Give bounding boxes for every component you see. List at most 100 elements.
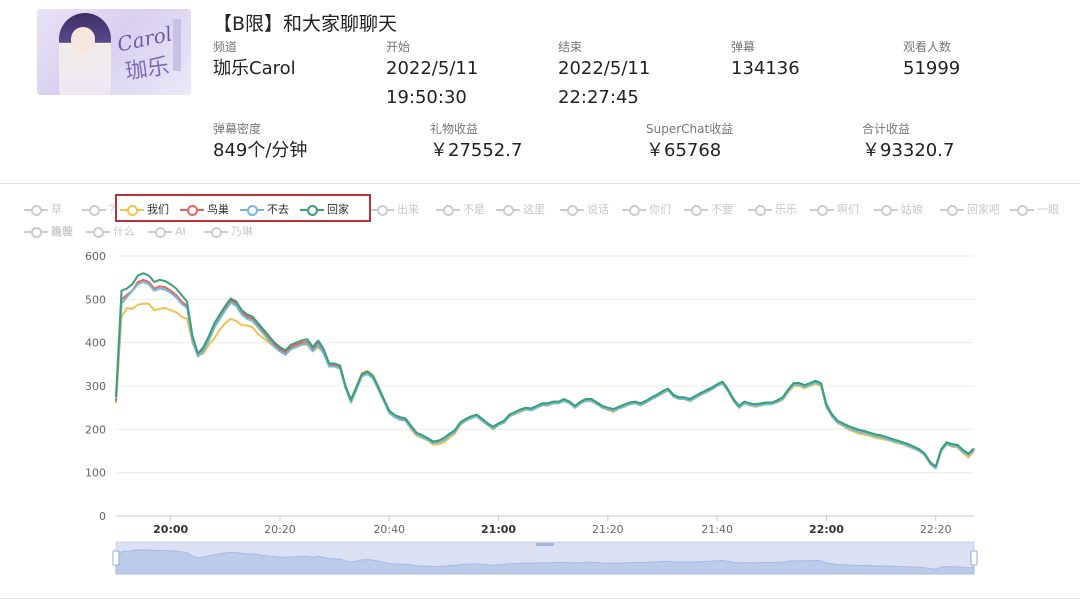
y-tick-label: 200 bbox=[85, 423, 106, 436]
field-label: 观看人数 bbox=[903, 40, 952, 54]
legend-marker-icon bbox=[874, 203, 898, 217]
line-chart: 0 100 200 300 400 500 600 20:00 20:20 20:40 21:00 2… bbox=[85, 250, 978, 575]
y-tick-label: 400 bbox=[85, 337, 106, 350]
x-tick-label: 22:00 bbox=[809, 523, 844, 536]
legend-marker-icon bbox=[496, 203, 520, 217]
legend-label: 说话 bbox=[587, 203, 609, 216]
field-label: 弹幕 bbox=[731, 40, 756, 54]
legend-label: 出来 bbox=[397, 203, 419, 216]
field-total-income: 合计收益 ￥93320.7 bbox=[862, 122, 954, 165]
legend-item-13[interactable]: 啊们 bbox=[810, 203, 859, 217]
field-gift-income: 礼物收益 ￥27552.7 bbox=[430, 122, 522, 165]
bottom-divider bbox=[0, 598, 1080, 599]
field-label: 礼物收益 bbox=[430, 122, 479, 136]
legend-marker-icon bbox=[622, 203, 646, 217]
legend-marker-icon bbox=[748, 203, 772, 217]
legend-item-9[interactable]: 说话 bbox=[560, 203, 609, 217]
x-tick-label: 20:20 bbox=[264, 523, 296, 536]
field-label: 结束 bbox=[558, 40, 583, 54]
legend-marker-icon bbox=[684, 203, 708, 217]
datazoom-handle-right bbox=[970, 550, 978, 566]
legend-marker-icon bbox=[370, 203, 394, 217]
series-line-鸟巢 bbox=[115, 278, 975, 469]
y-tick-label: 300 bbox=[85, 380, 106, 393]
field-value: ￥93320.7 bbox=[862, 140, 955, 161]
field-value: ￥27552.7 bbox=[430, 140, 523, 161]
field-label: 合计收益 bbox=[862, 122, 911, 136]
x-tick-label: 20:40 bbox=[373, 523, 405, 536]
legend-item-16[interactable]: 一眼 bbox=[1010, 203, 1059, 217]
legend-label: 草 bbox=[51, 203, 62, 216]
field-value-time: 19:50:30 bbox=[386, 87, 467, 108]
legend-marker-icon bbox=[204, 225, 228, 239]
legend-marker-icon bbox=[24, 203, 48, 217]
legend-marker-icon bbox=[1010, 203, 1034, 217]
field-channel: 频道 珈乐Carol bbox=[213, 40, 296, 83]
field-label: SuperChat收益 bbox=[646, 122, 734, 136]
field-end: 结束 2022/5/11 22:27:45 bbox=[558, 40, 650, 112]
y-tick-label: 100 bbox=[85, 467, 106, 480]
field-value: 849个/分钟 bbox=[213, 140, 308, 161]
x-tick-label: 20:00 bbox=[153, 523, 188, 536]
character-face bbox=[71, 27, 95, 53]
legend-marker-icon bbox=[24, 225, 48, 239]
datazoom-handle-left bbox=[112, 550, 120, 566]
series-line-回家 bbox=[115, 272, 975, 468]
legend-label: 啊们 bbox=[837, 203, 859, 216]
field-value: ￥65768 bbox=[646, 140, 722, 161]
field-value: 珈乐Carol bbox=[213, 58, 296, 79]
legend-marker-icon bbox=[940, 203, 964, 217]
legend-label: AI bbox=[175, 225, 186, 238]
character-figure bbox=[59, 13, 111, 95]
y-tick-label: 600 bbox=[85, 250, 106, 263]
x-tick-label: 22:20 bbox=[920, 523, 952, 536]
legend-item-21[interactable]: 晚晚 bbox=[24, 225, 73, 239]
stream-thumbnail[interactable]: Carol 珈乐 bbox=[37, 9, 191, 95]
legend-item-7[interactable]: 不是 bbox=[436, 203, 485, 217]
stream-title: 【B限】和大家聊聊天 bbox=[213, 13, 398, 35]
field-value-time: 22:27:45 bbox=[558, 87, 639, 108]
legend-item-19[interactable]: AI bbox=[148, 225, 186, 239]
legend-item-15[interactable]: 回家吧 bbox=[940, 203, 1000, 217]
field-label: 频道 bbox=[213, 40, 238, 54]
x-tick-label: 21:20 bbox=[592, 523, 624, 536]
legend-label: 不要 bbox=[711, 203, 733, 216]
y-tick-label: 500 bbox=[85, 293, 106, 306]
legend-item-11[interactable]: 不要 bbox=[684, 203, 733, 217]
legend-item-20[interactable]: 乃琳 bbox=[204, 225, 253, 239]
field-label: 开始 bbox=[386, 40, 411, 54]
legend-item-18[interactable]: 什么 bbox=[86, 225, 135, 239]
datazoom-grip bbox=[536, 543, 554, 546]
field-density: 弹幕密度 849个/分钟 bbox=[213, 122, 307, 165]
legend-marker-icon bbox=[148, 225, 172, 239]
field-danmaku: 弹幕 134136 bbox=[731, 40, 800, 83]
field-start: 开始 2022/5/11 19:50:30 bbox=[386, 40, 478, 112]
legend-item-14[interactable]: 姑娘 bbox=[874, 203, 923, 217]
legend-label: 姑娘 bbox=[901, 203, 923, 216]
legend-marker-icon bbox=[560, 203, 584, 217]
legend-item-0[interactable]: 草 bbox=[24, 203, 62, 217]
legend-marker-icon bbox=[82, 203, 106, 217]
legend-label: 乐乐 bbox=[775, 203, 797, 216]
legend-label: 乃琳 bbox=[231, 225, 253, 238]
legend-label: 晚晚 bbox=[51, 225, 73, 238]
thumbnail-signature-cjk: 珈乐 bbox=[123, 54, 171, 85]
series-line-不去 bbox=[115, 281, 975, 470]
legend-marker-icon bbox=[86, 225, 110, 239]
legend-item-10[interactable]: 你们 bbox=[622, 203, 671, 217]
x-tick-label: 21:40 bbox=[701, 523, 733, 536]
legend-marker-icon bbox=[810, 203, 834, 217]
section-divider bbox=[0, 183, 1080, 184]
y-tick-label: 0 bbox=[99, 510, 106, 523]
field-viewers: 观看人数 51999 bbox=[903, 40, 960, 83]
legend-item-6[interactable]: 出来 bbox=[370, 203, 419, 217]
datazoom-selection bbox=[116, 542, 974, 574]
legend-label: 你们 bbox=[649, 203, 671, 216]
legend-item-12[interactable]: 乐乐 bbox=[748, 203, 797, 217]
field-superchat-income: SuperChat收益 ￥65768 bbox=[646, 122, 733, 165]
field-value: 2022/5/11 bbox=[558, 58, 651, 79]
legend-marker-icon bbox=[436, 203, 460, 217]
x-tick-label: 21:00 bbox=[481, 523, 516, 536]
legend-item-8[interactable]: 这里 bbox=[496, 203, 545, 217]
legend-label: 回家吧 bbox=[967, 203, 1000, 216]
